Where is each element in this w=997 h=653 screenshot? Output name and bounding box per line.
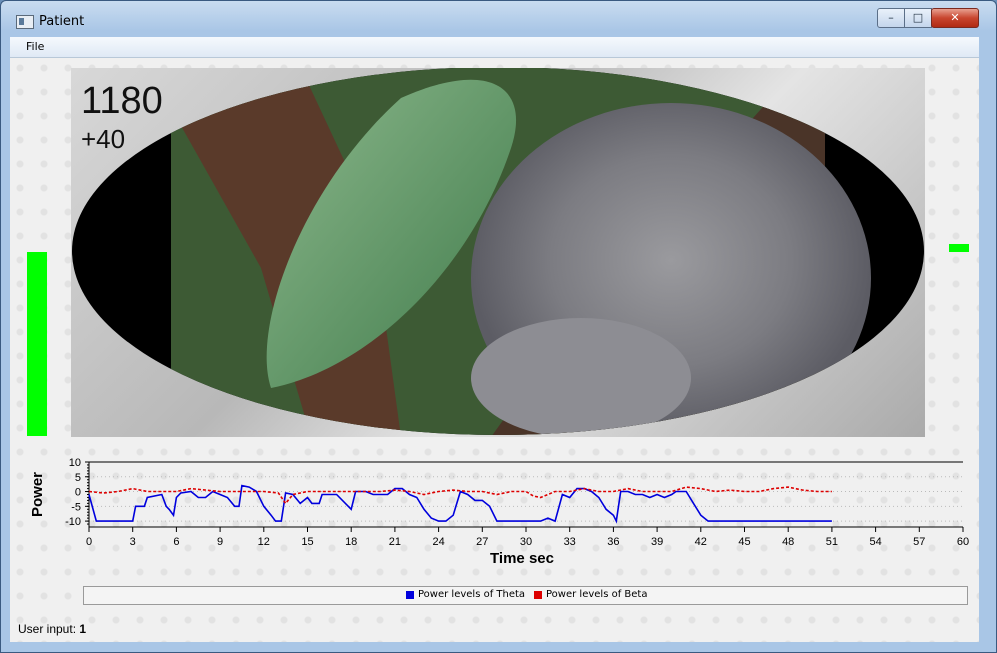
video-display: 1180 +40 — [71, 68, 925, 437]
legend-swatch-theta — [406, 590, 414, 599]
score-value: 1180 — [81, 80, 163, 122]
score-delta: +40 — [81, 124, 126, 154]
x-tick-label: 18 — [345, 536, 357, 548]
legend-item-theta: Power levels of Theta — [406, 589, 525, 600]
y-tick-label: 10 — [69, 457, 81, 469]
x-tick-label: 36 — [607, 536, 619, 548]
x-tick-label: 54 — [869, 536, 881, 548]
series-line-theta — [88, 484, 832, 524]
left-level-meter — [27, 252, 47, 436]
x-tick-label: 33 — [564, 536, 576, 548]
x-tick-label: 30 — [520, 536, 532, 548]
x-tick-label: 45 — [738, 536, 750, 548]
legend-label-beta: Power levels of Beta — [546, 589, 648, 600]
x-tick-label: 3 — [130, 536, 136, 548]
koala-paws — [471, 318, 691, 435]
legend-label-theta: Power levels of Theta — [418, 589, 526, 600]
legend-swatch-beta — [534, 590, 542, 599]
close-button[interactable]: ✕ — [931, 8, 979, 28]
user-input-label: User input: — [18, 622, 77, 636]
x-tick-label: 27 — [476, 536, 488, 548]
x-tick-label: 39 — [651, 536, 663, 548]
x-tick-label: 12 — [258, 536, 270, 548]
right-level-meter — [949, 244, 969, 252]
minimize-button[interactable]: – — [877, 8, 905, 28]
legend-item-beta: Power levels of Beta — [534, 589, 647, 600]
x-tick-label: 57 — [913, 536, 925, 548]
menu-file[interactable]: File — [26, 40, 44, 53]
chart-legend: Power levels of Theta Power levels of Be… — [83, 586, 968, 605]
maximize-button[interactable]: □ — [904, 8, 932, 28]
y-tick-label: 5 — [75, 472, 81, 484]
x-tick-label: 51 — [826, 536, 838, 548]
app-icon — [16, 15, 34, 29]
title-bar[interactable]: Patient – □ ✕ — [1, 1, 996, 37]
y-tick-label: -10 — [65, 516, 81, 528]
client-area: 1180 +40 10 5 0 -5 -10 0 3 6 9 12 15 18 21 24 27 30 33 36… — [10, 58, 979, 642]
x-tick-label: 42 — [695, 536, 707, 548]
x-tick-label: 24 — [432, 536, 444, 548]
power-chart: 1050-5-100 3 6 9 12 15 18 21 24 27 30 33 36 39 42 45 48 5… — [29, 457, 969, 567]
x-axis-label: Time sec — [490, 550, 554, 567]
x-tick-label: 0 — [86, 536, 92, 548]
x-tick-label: 9 — [217, 536, 223, 548]
x-tick-label: 6 — [173, 536, 179, 548]
video-frame — [72, 68, 924, 435]
x-tick-label: 60 — [957, 536, 969, 548]
series-line-beta — [88, 486, 832, 505]
y-tick-label: 0 — [75, 487, 81, 499]
menu-bar: File — [10, 37, 979, 58]
x-tick-label: 15 — [301, 536, 313, 548]
user-input-value: 1 — [79, 622, 87, 636]
x-tick-label: 21 — [389, 536, 401, 548]
window-title: Patient — [39, 14, 85, 29]
patient-window: Patient – □ ✕ File 1180 +40 10 5 0 -5 -1… — [0, 0, 997, 653]
y-axis-label: Power — [29, 472, 46, 517]
user-input-status: User input: 1 — [18, 622, 86, 636]
x-tick-label: 48 — [782, 536, 794, 548]
y-tick-label: -5 — [71, 501, 81, 513]
